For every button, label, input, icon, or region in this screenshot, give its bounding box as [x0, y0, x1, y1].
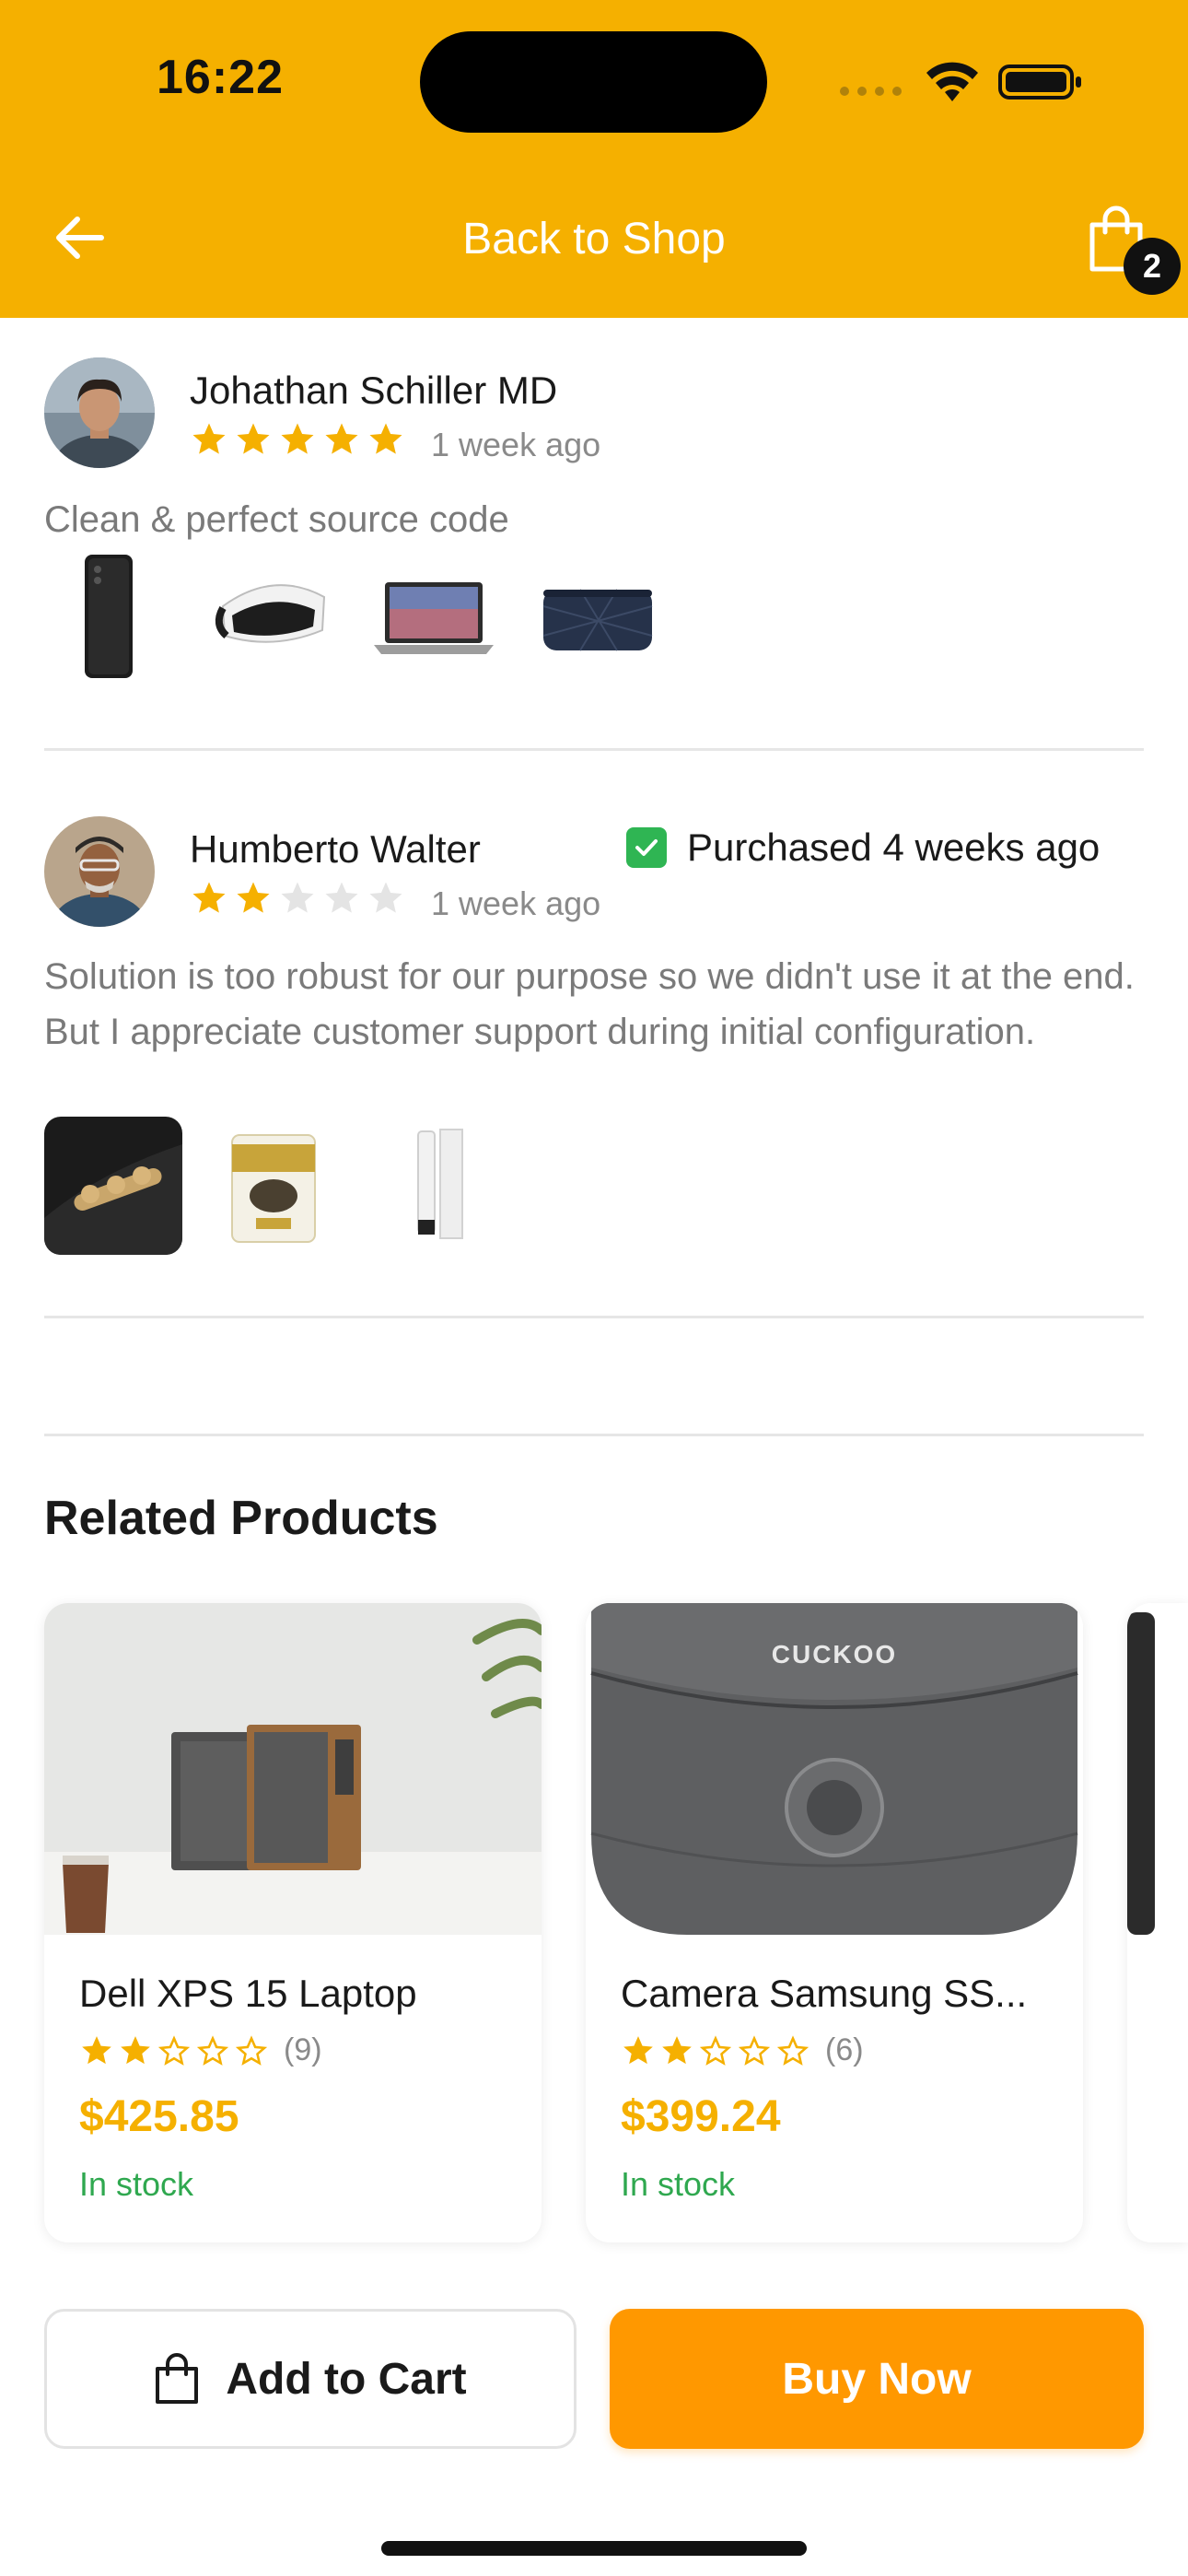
review-images — [44, 551, 663, 689]
star-icon — [662, 2035, 692, 2064]
product-rating: (6) — [621, 2032, 864, 2068]
product-image-rice-cooker: CUCKOO — [586, 1603, 1083, 1935]
top-header: 16:22 Back to Shop 2 — [0, 0, 1188, 318]
add-to-cart-label: Add to Cart — [226, 2354, 467, 2404]
wifi-icon — [926, 62, 978, 101]
product-name: Camera Samsung SS... — [621, 1972, 1028, 2015]
stock-status: In stock — [621, 2165, 736, 2203]
review-image-laptop[interactable] — [365, 551, 503, 689]
star-outline-icon — [235, 2034, 268, 2066]
product-name: Dell XPS 15 Laptop — [79, 1972, 417, 2015]
star-empty-icon — [325, 882, 358, 913]
review-time: 1 week ago — [431, 426, 601, 463]
review-card: Humberto Walter Purchased 4 weeks ago 1 … — [44, 816, 1144, 1259]
star-icon — [325, 423, 358, 454]
review-time: 1 week ago — [431, 884, 601, 922]
purchased-text: Purchased 4 weeks ago — [687, 825, 1101, 869]
star-outline-icon — [776, 2034, 809, 2066]
reviewer-name: Humberto Walter — [190, 827, 481, 871]
review-image-speaker[interactable] — [44, 1117, 182, 1255]
star-icon — [369, 423, 402, 454]
product-price: $399.24 — [621, 2092, 781, 2141]
purchased-badge: Purchased 4 weeks ago — [626, 825, 1100, 870]
star-empty-icon — [369, 882, 402, 913]
divider — [44, 748, 1144, 751]
dynamic-island — [420, 31, 767, 133]
avatar — [44, 816, 155, 927]
star-empty-icon — [281, 882, 314, 913]
product-rating: (9) — [79, 2032, 322, 2068]
shopping-bag-icon — [156, 2353, 199, 2404]
avatar — [44, 357, 155, 468]
review-image-food-can[interactable] — [204, 1117, 343, 1255]
review-images — [44, 1117, 503, 1255]
review-rating — [190, 879, 405, 918]
product-card-partial[interactable] — [1127, 1603, 1188, 2242]
status-time: 16:22 — [157, 51, 284, 104]
product-card[interactable]: CUCKOO Camera Samsung SS... (6) $399.24 … — [586, 1603, 1083, 2242]
review-card: Johathan Schiller MD 1 week ago Clean & … — [44, 357, 1144, 726]
product-price: $425.85 — [79, 2092, 239, 2141]
divider — [44, 1434, 1144, 1436]
check-icon — [626, 827, 667, 868]
review-text: Solution is too robust for our purpose s… — [44, 956, 1135, 1052]
star-icon — [192, 882, 226, 913]
star-outline-icon — [196, 2034, 229, 2066]
star-icon — [82, 2035, 111, 2064]
star-icon — [121, 2035, 150, 2064]
review-image-cosmetic-tube[interactable] — [365, 1117, 503, 1255]
signal-icon — [840, 87, 902, 96]
cart-count-badge: 2 — [1124, 238, 1181, 295]
star-outline-icon — [157, 2034, 191, 2066]
review-text: Clean & perfect source code — [44, 499, 509, 540]
battery-icon — [998, 64, 1081, 100]
review-image-phone[interactable] — [44, 551, 182, 689]
star-icon — [237, 882, 270, 913]
reviewer-name: Johathan Schiller MD — [190, 369, 558, 412]
review-image-pouch[interactable] — [525, 551, 663, 689]
stock-status: In stock — [79, 2165, 194, 2203]
star-outline-icon — [699, 2034, 732, 2066]
star-icon — [623, 2035, 653, 2064]
home-indicator — [381, 2541, 807, 2556]
divider — [44, 1316, 1144, 1318]
star-icon — [281, 423, 314, 454]
product-brand-label: CUCKOO — [771, 1640, 898, 1669]
add-to-cart-button[interactable]: Add to Cart — [44, 2309, 577, 2449]
star-icon — [237, 423, 270, 454]
rating-count: (6) — [825, 2032, 864, 2067]
product-image-speakers — [44, 1603, 542, 1935]
related-products-title: Related Products — [44, 1492, 438, 1545]
page-title[interactable]: Back to Shop — [0, 214, 1188, 264]
product-card[interactable]: Dell XPS 15 Laptop (9) $425.85 In stock — [44, 1603, 542, 2242]
rating-count: (9) — [284, 2032, 322, 2067]
review-rating — [190, 420, 405, 459]
star-outline-icon — [738, 2034, 771, 2066]
buy-now-button[interactable]: Buy Now — [610, 2309, 1144, 2449]
buy-now-label: Buy Now — [782, 2354, 972, 2404]
review-image-vr-headset[interactable] — [204, 551, 343, 689]
star-icon — [192, 423, 226, 454]
